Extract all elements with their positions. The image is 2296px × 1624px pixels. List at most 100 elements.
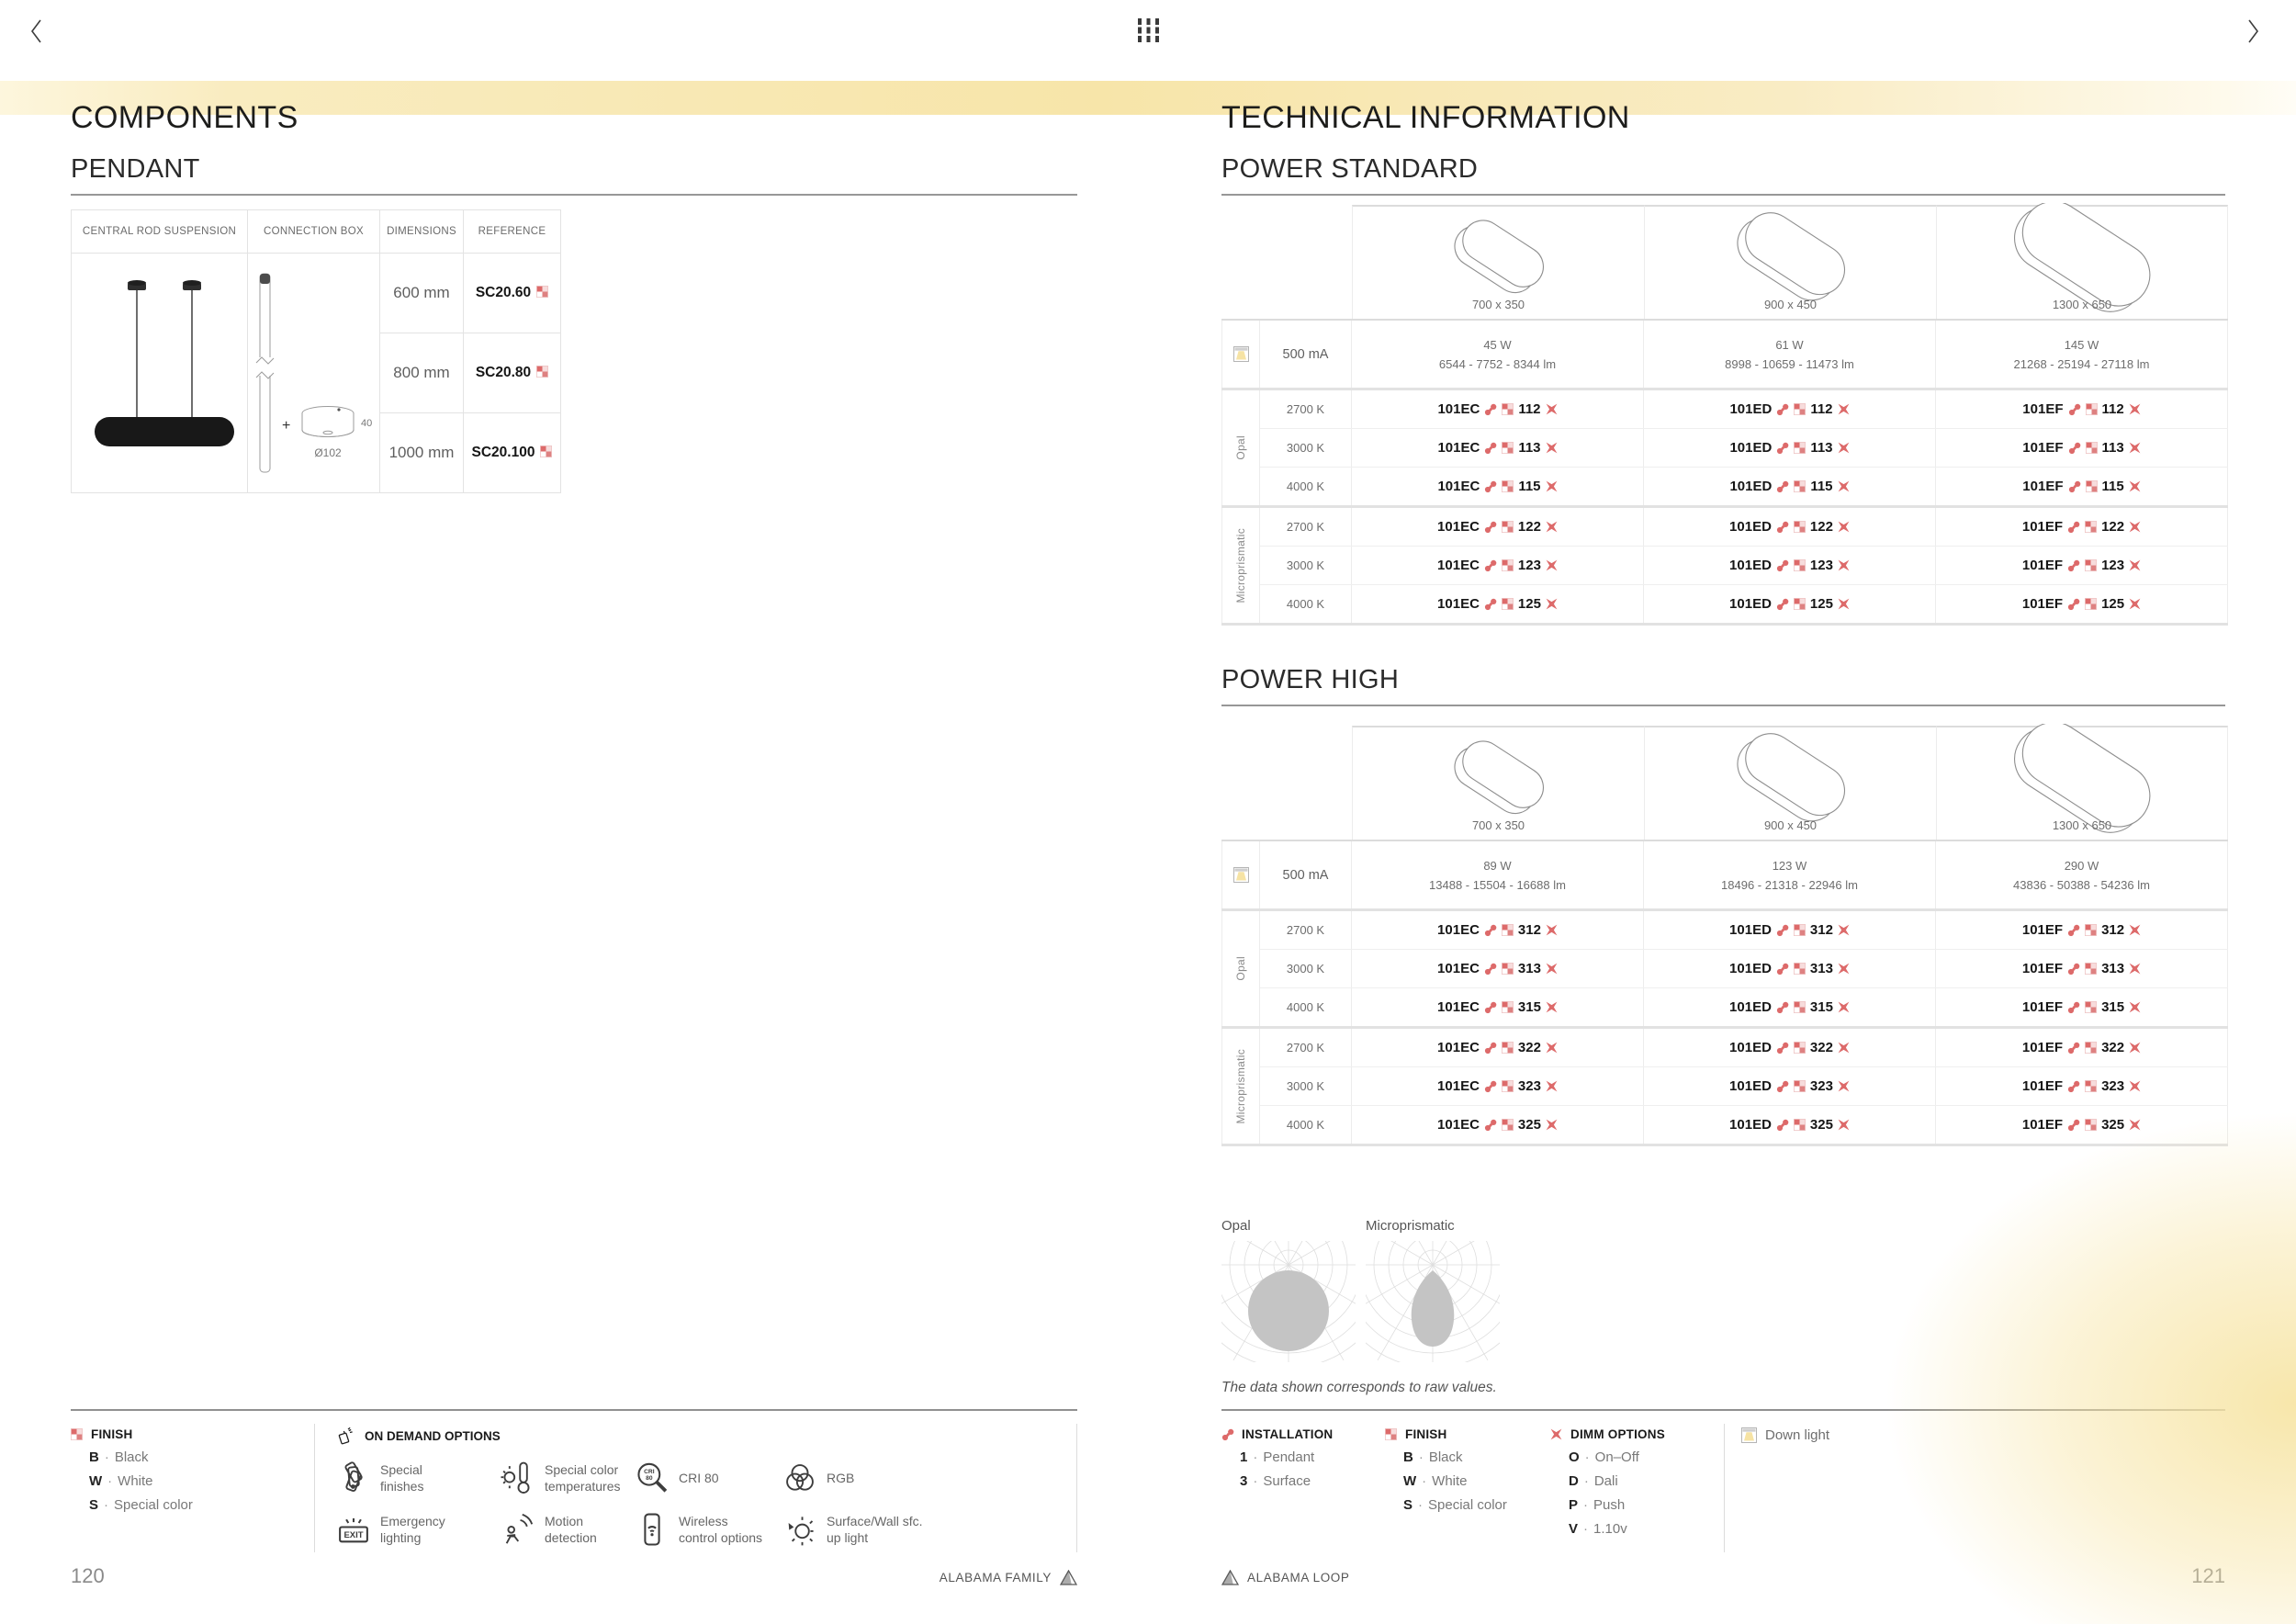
dimm-icon <box>1546 1080 1558 1092</box>
divider <box>1221 1409 2225 1411</box>
dimm-icon <box>2129 442 2141 454</box>
size-label: 700 x 350 <box>1472 818 1525 832</box>
col-header: CENTRAL ROD SUSPENSION <box>72 210 248 254</box>
diagram-label: Microprismatic <box>1366 1218 1500 1234</box>
wattage: 123 W <box>1773 859 1807 873</box>
table-row: 2700 K101EC322101ED322101EF322 <box>1260 1029 2228 1066</box>
installation-icon <box>1484 963 1497 976</box>
reference-cell: 101ED115 <box>1644 468 1936 505</box>
dimension-value: 800 mm <box>380 333 464 413</box>
legend-item: V·1.10v <box>1569 1521 1665 1537</box>
footer-brand-left: ALABAMA FAMILY <box>940 1570 1077 1585</box>
on-demand-option: Wirelesscontrol options <box>635 1512 782 1547</box>
finish-legend: FINISHB·BlackW·WhiteS·Special color <box>1385 1427 1507 1513</box>
next-page-button[interactable] <box>2243 15 2264 48</box>
drive-current-label: 500 mA <box>1260 321 1352 388</box>
table-row: 3000 K101EC113101ED113101EF113 <box>1260 428 2228 467</box>
catalog-spread: COMPONENTS TECHNICAL INFORMATION PENDANT… <box>0 0 2296 1624</box>
legend-title: FINISH <box>1385 1427 1507 1441</box>
installation-icon <box>2067 1001 2080 1014</box>
size-label: 900 x 450 <box>1764 818 1817 832</box>
installation-icon <box>1776 1042 1789 1054</box>
finish-icon <box>2086 480 2098 492</box>
title-band <box>0 81 2296 115</box>
dimm-icon <box>2129 1001 2141 1013</box>
divider <box>1724 1424 1725 1552</box>
dimm-icon <box>2129 1080 2141 1092</box>
reference-cell: 101ED123 <box>1644 547 1936 584</box>
finish-icon <box>2085 598 2097 610</box>
dimm-icon <box>1546 1119 1558 1131</box>
reference-cell: 101ED322 <box>1644 1029 1936 1066</box>
section-title: POWER STANDARD <box>1221 154 2225 194</box>
dimm-icon <box>2129 1119 2141 1131</box>
height-dimension: 40 <box>361 418 372 429</box>
finish-icon <box>2085 924 2097 936</box>
down-light-icon <box>1741 1427 1757 1443</box>
emergency-lighting-icon: EXIT <box>336 1512 371 1547</box>
diagram-label: Opal <box>1221 1218 1356 1234</box>
power-lumens-cell: 123 W18496 - 21318 - 22946 lm <box>1644 841 1936 908</box>
installation-icon <box>1776 521 1789 534</box>
finish-legend: FINISHB·BlackW·WhiteS·Special color <box>71 1427 193 1513</box>
reference-cell: 101EF112 <box>1936 390 2228 428</box>
reference-cell: 101ED113 <box>1644 429 1936 467</box>
svg-text:80: 80 <box>646 1475 653 1482</box>
finish-icon <box>2085 1001 2097 1013</box>
finish-icon <box>1502 963 1514 975</box>
finish-icon <box>1502 924 1514 936</box>
installation-icon <box>1776 1119 1789 1132</box>
dimm-icon <box>2129 521 2141 533</box>
finish-icon <box>1502 1001 1514 1013</box>
installation-icon <box>1776 559 1789 572</box>
cct-label: 3000 K <box>1260 547 1352 584</box>
dimm-icon <box>1838 442 1850 454</box>
cct-label: 2700 K <box>1260 390 1352 428</box>
footer-brand-right: ALABAMA LOOP <box>1221 1570 1350 1585</box>
finish-icon <box>2086 442 2098 454</box>
reference-cell: 101EC123 <box>1352 547 1644 584</box>
divider <box>314 1424 315 1552</box>
power-lumens-cell: 89 W13488 - 15504 - 16688 lm <box>1352 841 1644 908</box>
product-size-row: 700 x 350900 x 4501300 x 650 <box>1221 726 2228 840</box>
finish-icon <box>536 286 548 298</box>
finish-icon <box>1502 403 1514 415</box>
reference-cell: 101EC315 <box>1352 988 1644 1026</box>
finish-icon <box>1502 598 1514 610</box>
reference-cell: 101EC115 <box>1352 468 1644 505</box>
finish-icon <box>1794 924 1806 936</box>
legend-item: O·On–Off <box>1569 1449 1665 1465</box>
dimm-icon <box>2129 963 2141 975</box>
cct-label: 3000 K <box>1260 950 1352 987</box>
special-finishes-icon <box>336 1460 371 1495</box>
installation-icon <box>1484 442 1497 455</box>
diffuser-group-label: Opal <box>1234 956 1247 981</box>
table-row: 4000 K101EC115101ED115101EF115 <box>1260 467 2228 505</box>
reference-cell: 101ED313 <box>1644 950 1936 987</box>
power-lumens-cell: 145 W21268 - 25194 - 27118 lm <box>1936 321 2228 388</box>
table-row: 3000 K101EC313101ED313101EF313 <box>1260 949 2228 987</box>
installation-icon <box>2067 1042 2080 1054</box>
finish-icon <box>1502 480 1514 492</box>
dimm-icon <box>1838 963 1850 975</box>
on-demand-option: Surface/Wall sfc.up light <box>782 1512 957 1547</box>
dimm-icon <box>1546 598 1558 610</box>
finish-icon <box>1794 559 1806 571</box>
polar-curve-opal <box>1221 1241 1356 1362</box>
installation-icon <box>1484 924 1497 937</box>
drive-current-row: 500 mA45 W6544 - 7752 - 8344 lm61 W8998 … <box>1221 319 2228 388</box>
dimm-icon <box>1838 521 1850 533</box>
table-row: + 40 Ø102 600 mm SC20.60 <box>72 254 561 333</box>
lumen-output: 21268 - 25194 - 27118 lm <box>2014 357 2150 371</box>
grid-menu-button[interactable] <box>1131 13 1166 48</box>
power-lumens-cell: 290 W43836 - 50388 - 54236 lm <box>1936 841 2228 908</box>
dimm-icon <box>1838 1080 1850 1092</box>
table-row: 2700 K101EC312101ED312101EF312 <box>1260 911 2228 949</box>
prev-page-button[interactable] <box>26 15 47 48</box>
dimm-icon <box>1838 1001 1850 1013</box>
diffuser-group: Opal 2700 K101EC312101ED312101EF3123000 K… <box>1221 908 2228 1026</box>
dimension-value: 1000 mm <box>380 413 464 493</box>
reference-cell: 101EF325 <box>1936 1106 2228 1144</box>
dimm-icon <box>1546 559 1558 571</box>
col-header: CONNECTION BOX <box>248 210 380 254</box>
